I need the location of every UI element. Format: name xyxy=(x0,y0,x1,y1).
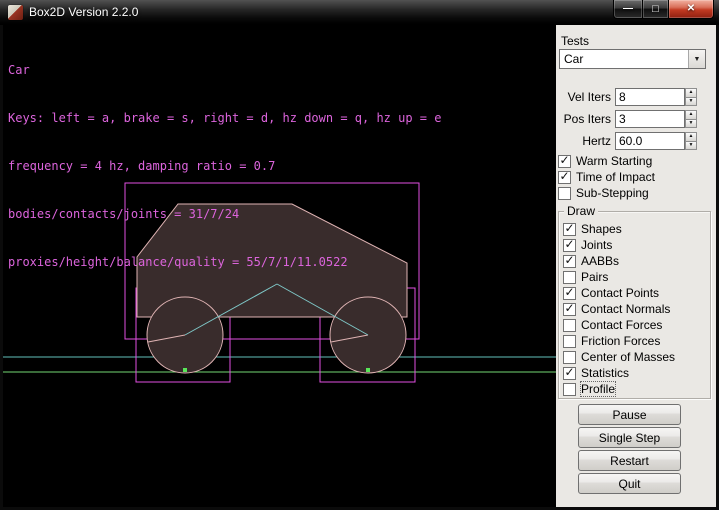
hud-tree-stats-line: proxies/height/balance/quality = 55/7/1/… xyxy=(8,254,441,270)
checkbox-box: ✓ xyxy=(563,367,576,380)
tests-dropdown[interactable]: Car ▼ xyxy=(559,49,706,69)
control-panel: Tests Car ▼ Vel Iters ▲▼ Pos Iters ▲▼ He… xyxy=(556,25,716,507)
hertz-down-icon[interactable]: ▼ xyxy=(685,142,697,151)
vel-iters-up-icon[interactable]: ▲ xyxy=(685,88,697,98)
checkbox-pairs[interactable]: Pairs xyxy=(563,270,608,284)
checkbox-label: Profile xyxy=(581,382,615,396)
hud-stats-line: bodies/contacts/joints = 31/7/24 xyxy=(8,206,441,222)
hertz-up-icon[interactable]: ▲ xyxy=(685,132,697,142)
checkbox-joints[interactable]: ✓ Joints xyxy=(563,238,612,252)
tests-label: Tests xyxy=(561,34,589,48)
checkbox-sub-stepping[interactable]: Sub-Stepping xyxy=(558,186,649,200)
quit-button[interactable]: Quit xyxy=(578,473,681,494)
checkbox-box xyxy=(563,335,576,348)
checkbox-label: AABBs xyxy=(581,254,619,268)
checkbox-box xyxy=(563,383,576,396)
check-icon: ✓ xyxy=(564,223,574,234)
minimize-button[interactable]: — xyxy=(613,0,642,19)
window-controls: — □ ✕ xyxy=(613,0,714,19)
checkbox-contact-forces[interactable]: Contact Forces xyxy=(563,318,662,332)
hertz-label: Hertz xyxy=(556,132,611,150)
checkbox-box xyxy=(563,271,576,284)
checkbox-center-of-masses[interactable]: Center of Masses xyxy=(563,350,675,364)
check-icon: ✓ xyxy=(564,255,574,266)
hertz-input[interactable] xyxy=(615,132,685,150)
checkbox-box: ✓ xyxy=(563,303,576,316)
checkbox-box: ✓ xyxy=(563,239,576,252)
check-icon: ✓ xyxy=(564,239,574,250)
vel-iters-down-icon[interactable]: ▼ xyxy=(685,98,697,107)
window-title: Box2D Version 2.2.0 xyxy=(29,5,138,19)
checkbox-label: Contact Forces xyxy=(581,318,662,332)
close-button[interactable]: ✕ xyxy=(669,0,714,19)
check-icon: ✓ xyxy=(564,367,574,378)
checkbox-time-of-impact[interactable]: ✓ Time of Impact xyxy=(558,170,655,184)
pos-iters-up-icon[interactable]: ▲ xyxy=(685,110,697,120)
left-contact-point xyxy=(183,368,187,372)
checkbox-label: Shapes xyxy=(581,222,622,236)
checkbox-label: Joints xyxy=(581,238,612,252)
checkbox-label: Friction Forces xyxy=(581,334,660,348)
checkbox-aabbs[interactable]: ✓ AABBs xyxy=(563,254,619,268)
pause-button[interactable]: Pause xyxy=(578,404,681,425)
simulation-canvas[interactable]: Car Keys: left = a, brake = s, right = d… xyxy=(3,25,556,507)
checkbox-box: ✓ xyxy=(563,255,576,268)
close-icon: ✕ xyxy=(687,4,695,14)
maximize-icon: □ xyxy=(652,4,659,14)
vel-iters-label: Vel Iters xyxy=(556,88,611,106)
checkbox-label: Center of Masses xyxy=(581,350,675,364)
pos-iters-label: Pos Iters xyxy=(556,110,611,128)
checkbox-shapes[interactable]: ✓ Shapes xyxy=(563,222,622,236)
hud-frequency-line: frequency = 4 hz, damping ratio = 0.7 xyxy=(8,158,441,174)
check-icon: ✓ xyxy=(564,287,574,298)
checkbox-label: Contact Points xyxy=(581,286,659,300)
pos-iters-down-icon[interactable]: ▼ xyxy=(685,120,697,129)
checkbox-warm-starting[interactable]: ✓ Warm Starting xyxy=(558,154,652,168)
checkbox-label: Sub-Stepping xyxy=(576,186,649,200)
checkbox-label: Statistics xyxy=(581,366,629,380)
checkbox-statistics[interactable]: ✓ Statistics xyxy=(563,366,629,380)
pos-iters-spinner: ▲▼ xyxy=(685,110,697,128)
single-step-button[interactable]: Single Step xyxy=(578,427,681,448)
checkbox-box xyxy=(558,187,571,200)
checkbox-box xyxy=(563,351,576,364)
debug-text: Car Keys: left = a, brake = s, right = d… xyxy=(8,30,441,302)
checkbox-label: Warm Starting xyxy=(576,154,652,168)
checkbox-profile[interactable]: Profile xyxy=(563,382,615,396)
titlebar[interactable]: Box2D Version 2.2.0 — □ ✕ xyxy=(0,0,719,25)
app-icon xyxy=(8,5,23,20)
checkbox-box: ✓ xyxy=(563,287,576,300)
vel-iters-input[interactable] xyxy=(615,88,685,106)
check-icon: ✓ xyxy=(564,303,574,314)
checkbox-contact-normals[interactable]: ✓ Contact Normals xyxy=(563,302,670,316)
hertz-spinner: ▲▼ xyxy=(685,132,697,150)
checkbox-box: ✓ xyxy=(558,155,571,168)
pos-iters-input[interactable] xyxy=(615,110,685,128)
check-icon: ✓ xyxy=(559,155,569,166)
tests-dropdown-value: Car xyxy=(560,52,688,66)
vel-iters-spinner: ▲▼ xyxy=(685,88,697,106)
hud-test-name: Car xyxy=(8,62,441,78)
restart-button[interactable]: Restart xyxy=(578,450,681,471)
checkbox-label: Contact Normals xyxy=(581,302,670,316)
checkbox-friction-forces[interactable]: Friction Forces xyxy=(563,334,660,348)
checkbox-box: ✓ xyxy=(563,223,576,236)
check-icon: ✓ xyxy=(559,171,569,182)
draw-group: Draw ✓ Shapes ✓ Joints ✓ AABBs Pairs ✓ C… xyxy=(558,211,711,399)
app-window: Box2D Version 2.2.0 — □ ✕ xyxy=(0,0,719,510)
hud-keys-line: Keys: left = a, brake = s, right = d, hz… xyxy=(8,110,441,126)
dropdown-arrow-icon[interactable]: ▼ xyxy=(688,50,705,68)
draw-group-label: Draw xyxy=(564,205,598,218)
checkbox-label: Time of Impact xyxy=(576,170,655,184)
minimize-icon: — xyxy=(623,4,633,14)
checkbox-contact-points[interactable]: ✓ Contact Points xyxy=(563,286,659,300)
checkbox-box xyxy=(563,319,576,332)
checkbox-box: ✓ xyxy=(558,171,571,184)
checkbox-label: Pairs xyxy=(581,270,608,284)
maximize-button[interactable]: □ xyxy=(642,0,669,19)
right-contact-point xyxy=(366,368,370,372)
